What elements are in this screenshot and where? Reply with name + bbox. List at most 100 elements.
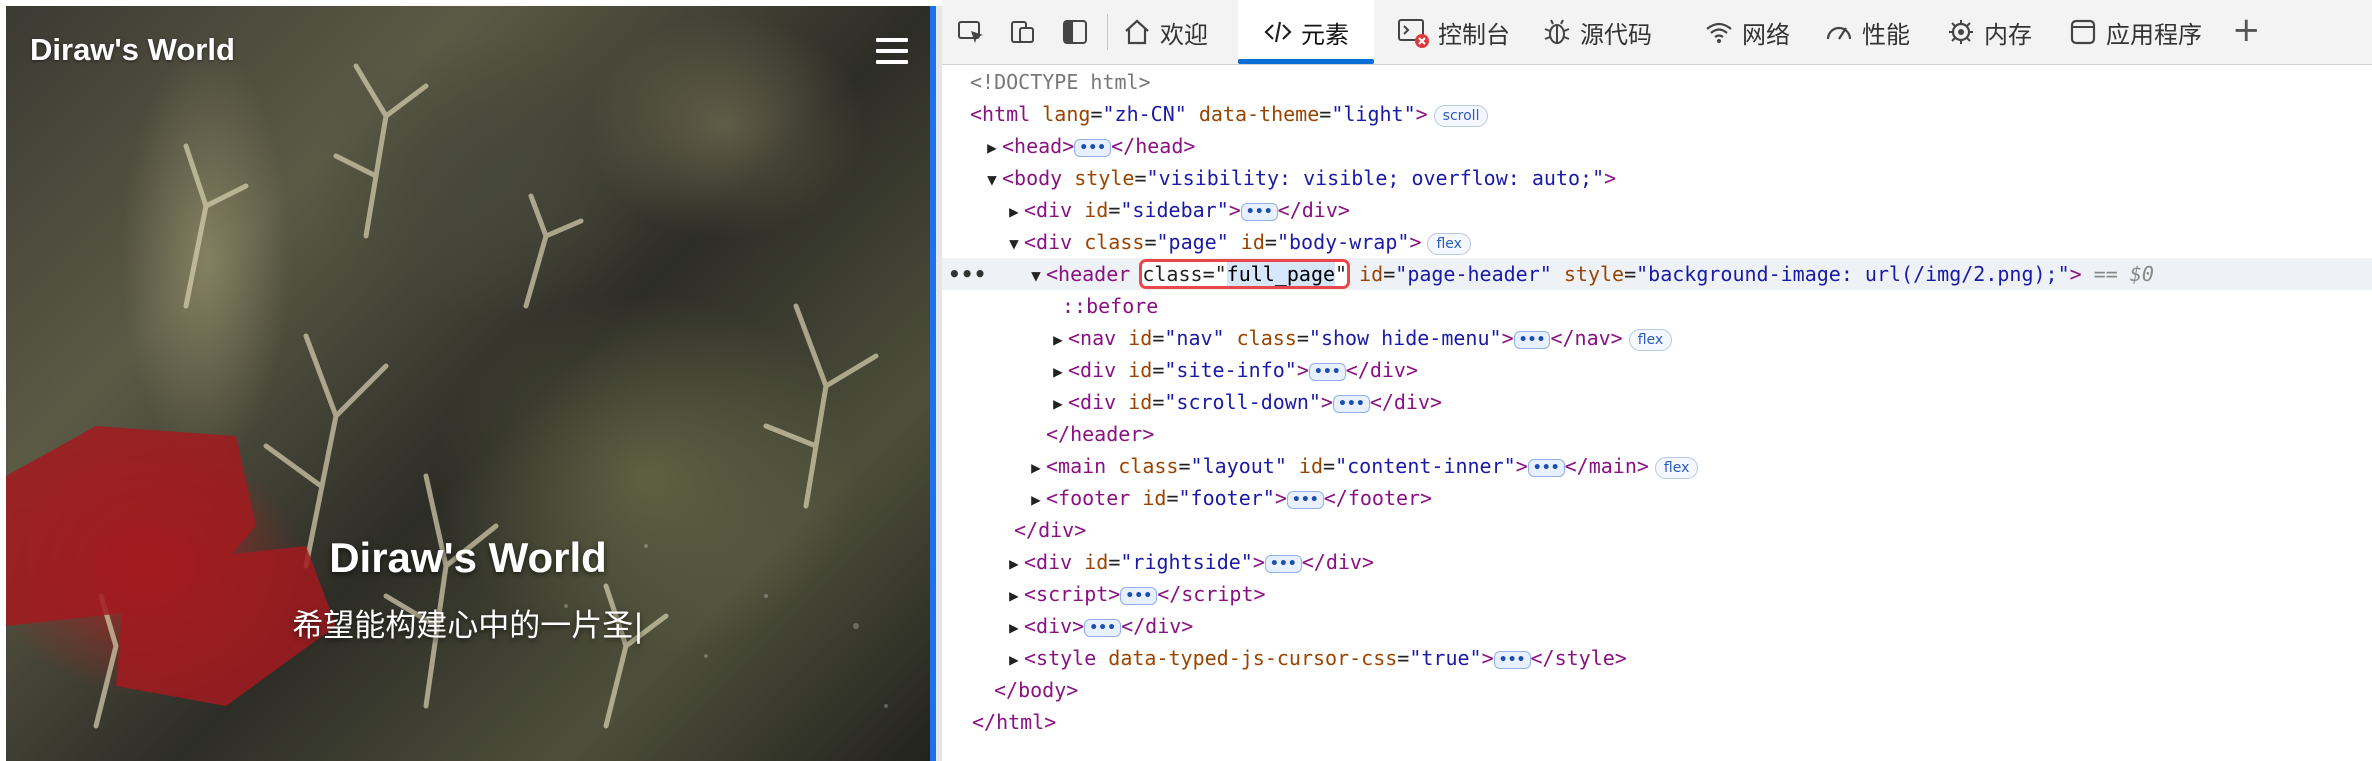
collapsed-ellipsis[interactable]: •••	[1308, 362, 1346, 381]
scroll-badge[interactable]: scroll	[1433, 104, 1489, 127]
expand-arrow-icon[interactable]: ▶	[1004, 580, 1024, 612]
collapsed-ellipsis[interactable]: •••	[1513, 330, 1551, 349]
code-icon	[1264, 21, 1292, 43]
highlighted-class-attribute[interactable]: class="full_page"	[1139, 259, 1351, 289]
devtools-panel: 欢迎 元素 控制台 源代码 网络 性能 内存 应用程序 + <!DOCTYPE …	[942, 0, 2372, 761]
collapse-arrow-icon[interactable]: ▼	[1004, 228, 1024, 260]
collapsed-ellipsis[interactable]: •••	[1527, 458, 1565, 477]
dom-node-body[interactable]: ▼ <body style="visibility: visible; overf…	[942, 162, 2372, 194]
dom-node-header-selected[interactable]: ••• ▼ <header class="full_page" id="page-h…	[942, 258, 2372, 290]
tab-network[interactable]: 网络	[1704, 0, 1804, 64]
flex-badge[interactable]: flex	[1427, 232, 1471, 255]
doctype-text: <!DOCTYPE html>	[970, 70, 1151, 94]
dom-node-site-info[interactable]: ▶ <div id="site-info"> ••• </div>	[942, 354, 2372, 386]
active-tab-indicator	[1238, 59, 1374, 64]
tab-elements-label: 元素	[1301, 20, 1349, 49]
tab-welcome[interactable]: 欢迎	[1122, 0, 1222, 64]
dom-node-body-wrap-close[interactable]: </div>	[942, 514, 2372, 546]
expand-arrow-icon[interactable]: ▶	[1004, 196, 1024, 228]
tab-sources[interactable]: 源代码	[1542, 0, 1672, 64]
flex-badge[interactable]: flex	[1628, 328, 1673, 351]
expand-arrow-icon[interactable]: ▶	[1048, 356, 1068, 388]
expand-arrow-icon[interactable]: ▶	[1004, 548, 1024, 580]
style-attr-value: true	[1421, 646, 1470, 670]
console-icon	[1398, 19, 1429, 48]
expand-arrow-icon[interactable]: ▶	[1048, 388, 1068, 420]
page-id-value: body-wrap	[1288, 230, 1398, 254]
selected-node-ref: == $0	[2093, 262, 2154, 286]
hamburger-menu-icon[interactable]	[876, 38, 908, 64]
dom-node-before[interactable]: ::before	[942, 290, 2372, 322]
row-options-icon[interactable]: •••	[948, 258, 986, 290]
tab-console[interactable]: 控制台	[1396, 0, 1516, 64]
dom-node-body-wrap[interactable]: ▼ <div class="page" id="body-wrap"> flex	[942, 226, 2372, 258]
header-class-value[interactable]: full_page	[1226, 262, 1336, 286]
collapsed-ellipsis[interactable]: •••	[1074, 138, 1112, 157]
dom-node-scroll-down[interactable]: ▶ <div id="scroll-down"> ••• </div>	[942, 386, 2372, 418]
home-icon	[1125, 19, 1149, 45]
main-class-value: layout	[1202, 454, 1275, 478]
flex-badge[interactable]: flex	[1654, 456, 1699, 479]
dom-node-html-close[interactable]: </html>	[942, 706, 2372, 738]
dom-node-header-close[interactable]: </header>	[942, 418, 2372, 450]
expand-arrow-icon[interactable]: ▶	[1004, 644, 1024, 676]
tab-application[interactable]: 应用程序	[2068, 0, 2218, 64]
tab-performance[interactable]: 性能	[1824, 0, 1924, 64]
dom-node-sidebar[interactable]: ▶ <div id="sidebar"> ••• </div>	[942, 194, 2372, 226]
tab-memory[interactable]: 内存	[1946, 0, 2046, 64]
gauge-icon	[1826, 26, 1852, 40]
expand-arrow-icon[interactable]: ▶	[1026, 484, 1046, 516]
dom-node-main[interactable]: ▶ <main class="layout" id="content-inner"…	[942, 450, 2372, 482]
site-title-link[interactable]: Diraw's World	[30, 32, 235, 68]
expand-arrow-icon[interactable]: ▶	[982, 132, 1002, 164]
collapse-arrow-icon[interactable]: ▼	[1026, 260, 1046, 292]
toolbar-separator	[1107, 14, 1108, 50]
dom-node-div[interactable]: ▶ <div> ••• </div>	[942, 610, 2372, 642]
sidebar-id-value: sidebar	[1132, 198, 1217, 222]
html-theme-value: light	[1343, 102, 1404, 126]
collapsed-ellipsis[interactable]: •••	[1264, 554, 1302, 573]
expand-arrow-icon[interactable]: ▶	[1026, 452, 1046, 484]
toggle-sidebar-icon[interactable]	[1060, 17, 1090, 47]
body-style-value: visibility: visible; overflow: auto;	[1158, 166, 1593, 190]
dom-node-nav[interactable]: ▶ <nav id="nav" class="show hide-menu"> ••…	[942, 322, 2372, 354]
hero-background-art	[6, 63, 888, 729]
tab-sources-label: 源代码	[1580, 20, 1652, 49]
wifi-icon	[1706, 22, 1732, 43]
dom-node-head[interactable]: ▶ <head> ••• </head>	[942, 130, 2372, 162]
collapsed-ellipsis[interactable]: •••	[1240, 202, 1278, 221]
dom-node-body-close[interactable]: </body>	[942, 674, 2372, 706]
tab-elements[interactable]: 元素	[1238, 0, 1374, 64]
dom-node-rightside[interactable]: ▶ <div id="rightside"> ••• </div>	[942, 546, 2372, 578]
tab-welcome-label: 欢迎	[1160, 20, 1208, 49]
expand-arrow-icon[interactable]: ▶	[1048, 324, 1068, 356]
add-tab-button[interactable]: +	[2232, 10, 2261, 50]
dom-node-style[interactable]: ▶ <style data-typed-js-cursor-css="true">…	[942, 642, 2372, 674]
collapse-arrow-icon[interactable]: ▼	[982, 164, 1002, 196]
page-viewport: Diraw's World Diraw's World 希望能构建心中的一片圣|	[6, 6, 930, 761]
dom-node-doctype[interactable]: <!DOCTYPE html>	[942, 66, 2372, 98]
dom-node-html[interactable]: <html lang="zh-CN" data-theme="light"> sc…	[942, 98, 2372, 130]
collapsed-ellipsis[interactable]: •••	[1120, 586, 1158, 605]
nav-id-value: nav	[1176, 326, 1213, 350]
rightside-id-value: rightside	[1132, 550, 1241, 574]
memory-chip-icon	[1949, 20, 1973, 44]
pseudo-before: ::before	[1062, 294, 1159, 318]
header-id-value: page-header	[1407, 262, 1540, 286]
dom-node-footer[interactable]: ▶ <footer id="footer"> ••• </footer>	[942, 482, 2372, 514]
device-emulation-icon[interactable]	[1008, 17, 1038, 47]
devtools-toolbar: 欢迎 元素 控制台 源代码 网络 性能 内存 应用程序 +	[942, 0, 2372, 65]
tab-performance-label: 性能	[1862, 20, 1910, 49]
collapsed-ellipsis[interactable]: •••	[1493, 650, 1531, 669]
collapsed-ellipsis[interactable]: •••	[1332, 394, 1370, 413]
expand-arrow-icon[interactable]: ▶	[1004, 612, 1024, 644]
collapsed-ellipsis[interactable]: •••	[1286, 490, 1324, 509]
footer-id-value: footer	[1190, 486, 1263, 510]
app-window-icon	[2070, 19, 2096, 45]
hero-title: Diraw's World	[329, 534, 607, 581]
dom-node-script[interactable]: ▶ <script> ••• </script>	[942, 578, 2372, 610]
nav-class-value: show hide-menu	[1320, 326, 1490, 350]
hero-subtitle: 希望能构建心中的一片圣|	[292, 608, 644, 644]
inspect-element-icon[interactable]	[956, 17, 986, 47]
collapsed-ellipsis[interactable]: •••	[1084, 618, 1122, 637]
